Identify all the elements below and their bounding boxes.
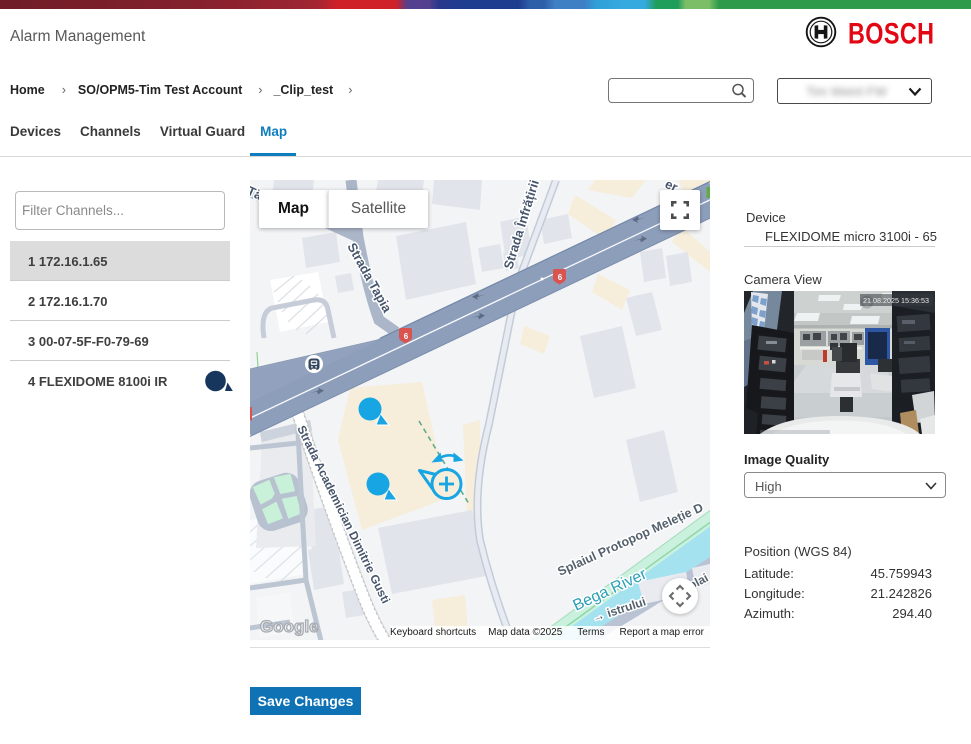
svg-text:BOSCH: BOSCH	[848, 17, 934, 49]
svg-text:6: 6	[404, 332, 409, 341]
svg-text:21.08.2025 15:36:53: 21.08.2025 15:36:53	[863, 296, 929, 305]
svg-text:6: 6	[558, 273, 563, 282]
